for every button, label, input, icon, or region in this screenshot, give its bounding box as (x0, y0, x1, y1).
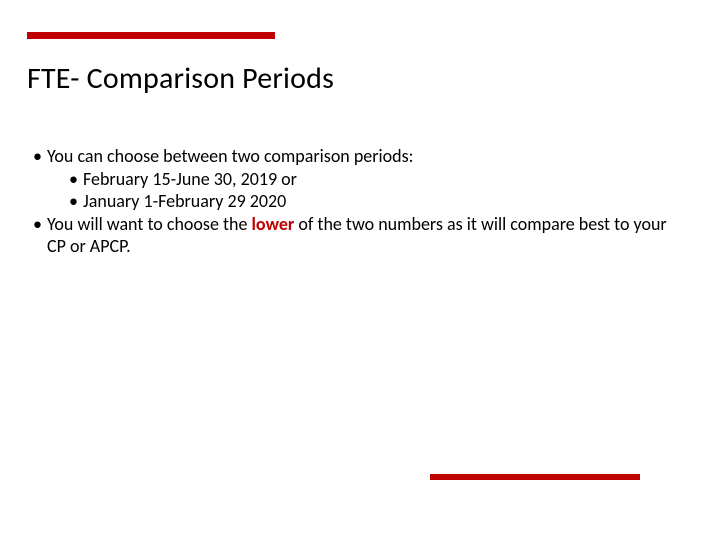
bullet-text: You can choose between two comparison pe… (47, 145, 413, 167)
emphasis-lower: lower (252, 213, 295, 235)
bullet-icon: • (33, 145, 47, 168)
bullet-text: February 15-June 30, 2019 or (83, 168, 297, 190)
bullet-text: January 1-February 29 2020 (83, 190, 286, 212)
bullet-level2: •February 15-June 30, 2019 or (27, 168, 687, 191)
accent-bar-bottom (430, 474, 640, 480)
bullet-icon: • (69, 190, 83, 213)
slide-title: FTE- Comparison Periods (27, 60, 334, 97)
slide-body: •You can choose between two comparison p… (27, 145, 687, 258)
bullet-icon: • (69, 168, 83, 191)
bullet-level2: •January 1-February 29 2020 (27, 190, 687, 213)
bullet-text-pre: You will want to choose the (47, 213, 252, 235)
bullet-icon: • (33, 213, 47, 236)
bullet-level1: •You can choose between two comparison p… (27, 145, 687, 168)
slide: FTE- Comparison Periods •You can choose … (0, 0, 720, 540)
accent-bar-top (27, 32, 275, 39)
bullet-level1: •You will want to choose the lower of th… (27, 213, 687, 258)
